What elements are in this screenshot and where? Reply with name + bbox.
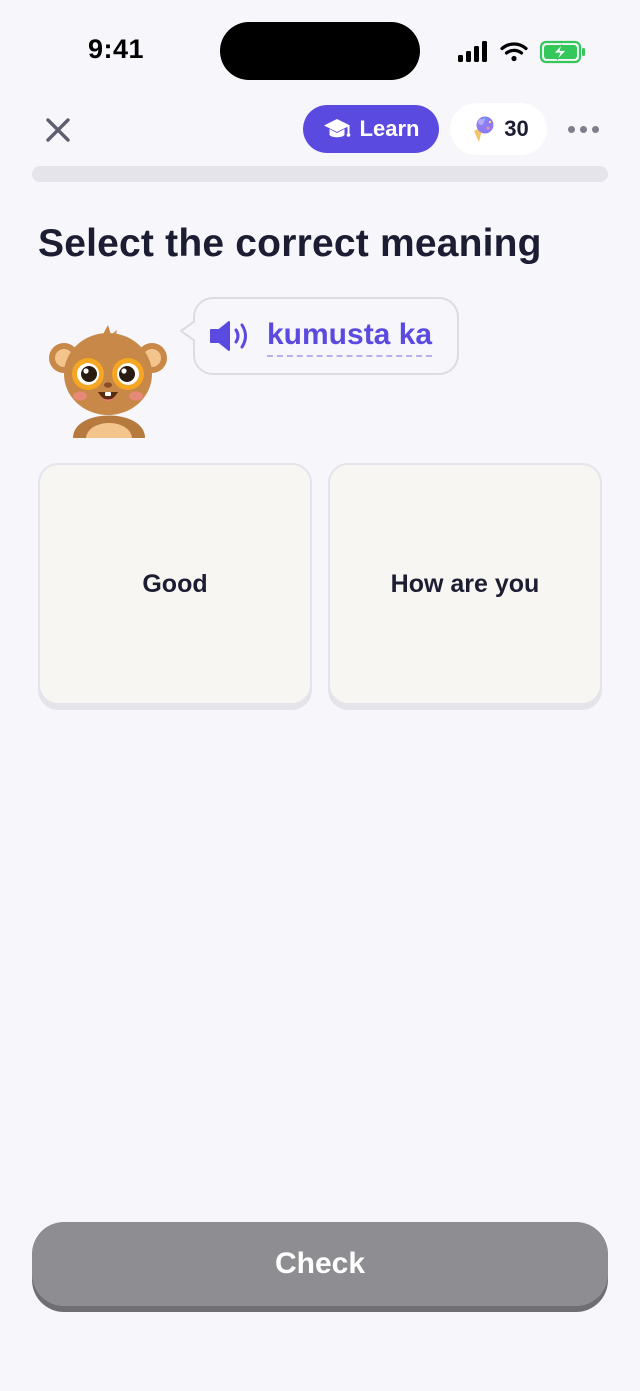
- wifi-icon: [500, 42, 528, 62]
- learn-label: Learn: [359, 116, 420, 141]
- speaker-icon: [210, 321, 247, 351]
- tarsier-mascot: [44, 322, 172, 440]
- status-icons: [456, 38, 586, 66]
- learn-button[interactable]: Learn: [303, 105, 439, 153]
- cellular-signal-icon: [458, 41, 487, 62]
- close-icon: [46, 118, 70, 142]
- answer-option-good[interactable]: Good: [38, 463, 312, 705]
- battery-charging-icon: [539, 40, 585, 64]
- speech-bubble-tail: [180, 320, 202, 342]
- target-phrase[interactable]: kumusta ka: [267, 318, 433, 357]
- gems-count: 30: [504, 116, 529, 141]
- status-time: 9:41: [87, 34, 145, 64]
- graduation-cap-icon: [323, 119, 350, 138]
- prompt-title: Select the correct meaning: [38, 222, 542, 265]
- check-button[interactable]: Check: [32, 1222, 608, 1306]
- more-options-button[interactable]: [560, 110, 606, 148]
- ice-cream-icon: [474, 116, 494, 142]
- close-button[interactable]: [36, 108, 80, 152]
- more-horizontal-icon: [567, 125, 575, 133]
- dynamic-island: [220, 22, 420, 80]
- play-audio-button[interactable]: [208, 318, 254, 354]
- lesson-progress-bar: [32, 166, 608, 182]
- gems-counter[interactable]: 30: [450, 103, 547, 155]
- answer-option-how-are-you[interactable]: How are you: [328, 463, 602, 705]
